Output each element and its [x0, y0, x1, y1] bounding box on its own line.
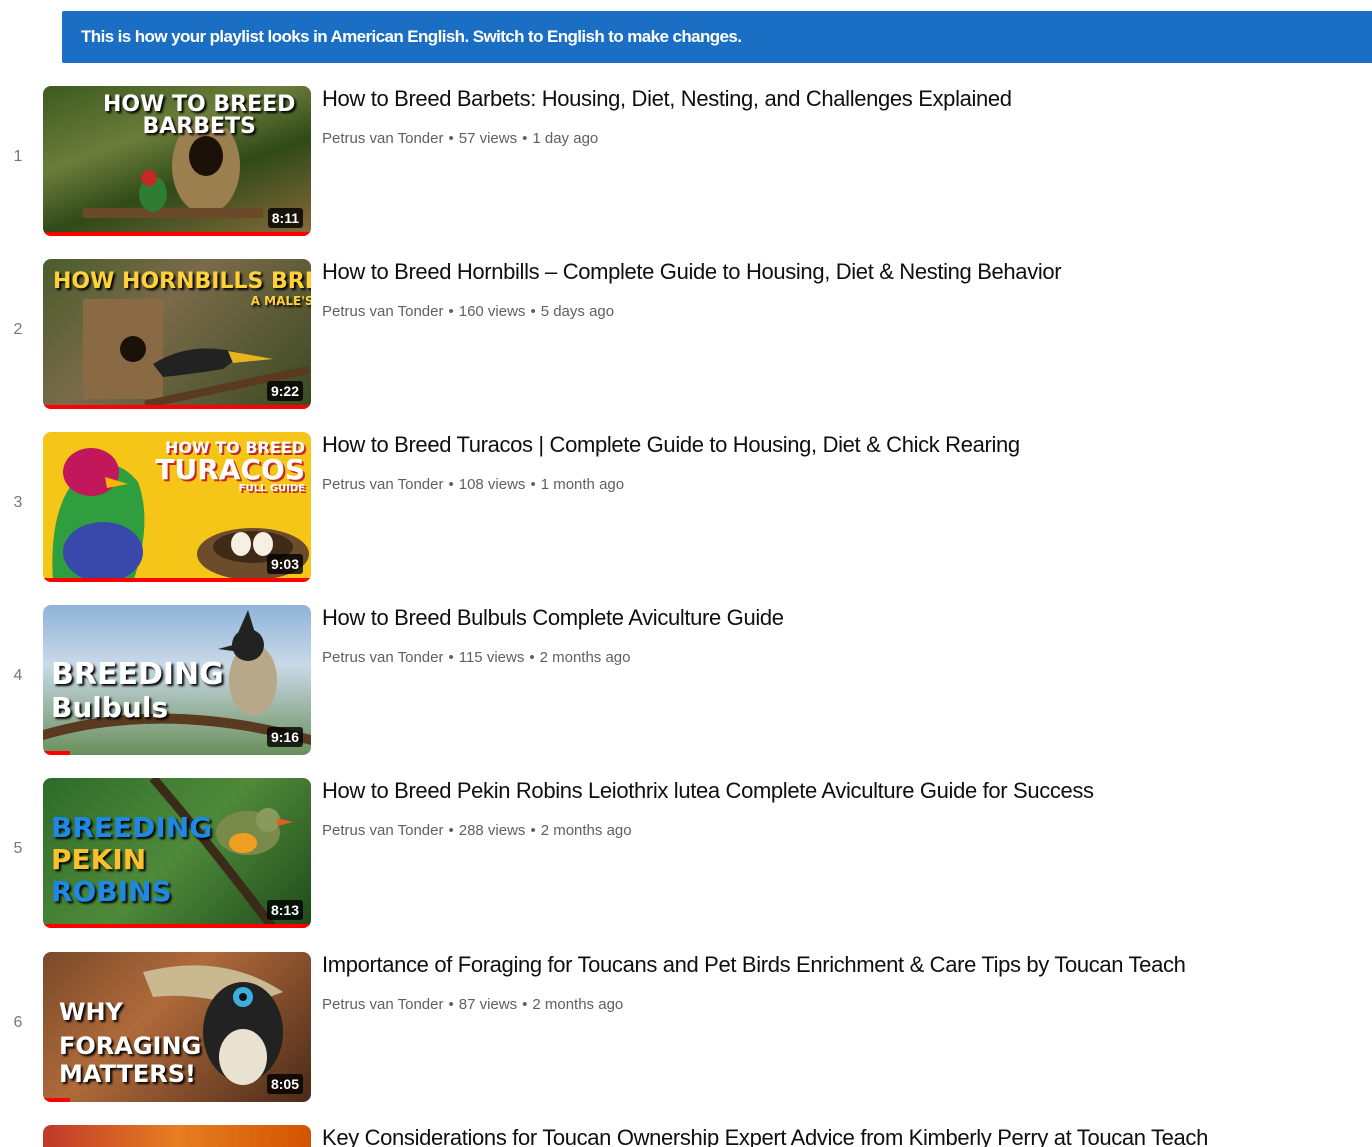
- upload-age: 5 days ago: [540, 303, 615, 320]
- video-duration: 9:16: [266, 727, 303, 747]
- watch-progress-bar: [43, 578, 311, 582]
- view-count: 160 views: [458, 303, 526, 320]
- thumbnail-caption: HOW HORNBILLS BREED A MALE'S ROLE: [53, 269, 311, 308]
- watch-progress-bar: [43, 751, 70, 755]
- playlist-index: 4: [13, 667, 23, 684]
- video-meta: Petrus van Tonder • 115 views • 2 months ago: [322, 649, 631, 666]
- watch-progress-bar: [43, 232, 311, 236]
- playlist-index: 5: [13, 840, 23, 857]
- upload-age: 2 months ago: [532, 996, 624, 1013]
- video-title[interactable]: Importance of Foraging for Toucans and P…: [322, 952, 1186, 978]
- video-duration: 8:11: [267, 208, 303, 228]
- playlist-index: 6: [13, 1014, 23, 1031]
- video-title[interactable]: How to Breed Turacos | Complete Guide to…: [322, 432, 1020, 458]
- thumbnail-caption: WHY FORAGING MATTERS!: [59, 998, 202, 1088]
- playlist-item[interactable]: 5 BREEDING PEKIN ROBINS 8:13 How to Bree…: [0, 778, 1372, 928]
- thumbnail-caption: BREEDING PEKIN ROBINS: [51, 811, 213, 908]
- upload-age: 1 day ago: [532, 130, 599, 147]
- playlist-index: 1: [13, 148, 23, 165]
- video-thumbnail[interactable]: WHY FORAGING MATTERS! 8:05: [43, 952, 311, 1102]
- video-title[interactable]: Key Considerations for Toucan Ownership …: [322, 1125, 1208, 1147]
- channel-name[interactable]: Petrus van Tonder: [322, 476, 443, 493]
- video-title[interactable]: How to Breed Pekin Robins Leiothrix lute…: [322, 778, 1094, 804]
- upload-age: 1 month ago: [540, 476, 625, 493]
- channel-name[interactable]: Petrus van Tonder: [322, 822, 443, 839]
- video-thumbnail[interactable]: HOW HORNBILLS BREED A MALE'S ROLE 9:22: [43, 259, 311, 409]
- playlist-item[interactable]: Key Considerations for Toucan Ownership …: [0, 1125, 1372, 1147]
- video-thumbnail[interactable]: HOW TO BREED BARBETS 8:11: [43, 86, 311, 236]
- thumbnail-caption: HOW TO BREED TURACOS FULL GUIDE: [155, 438, 305, 494]
- video-duration: 9:22: [266, 381, 303, 401]
- channel-name[interactable]: Petrus van Tonder: [322, 130, 443, 147]
- view-count: 288 views: [458, 822, 526, 839]
- view-count: 57 views: [458, 130, 518, 147]
- video-meta: Petrus van Tonder • 160 views • 5 days ago: [322, 303, 615, 320]
- video-meta: Petrus van Tonder • 288 views • 2 months ago: [322, 822, 632, 839]
- video-thumbnail[interactable]: BREEDING PEKIN ROBINS 8:13: [43, 778, 311, 928]
- video-title[interactable]: How to Breed Hornbills – Complete Guide …: [322, 259, 1062, 285]
- video-thumbnail[interactable]: [43, 1125, 311, 1147]
- view-count: 87 views: [458, 996, 518, 1013]
- channel-name[interactable]: Petrus van Tonder: [322, 649, 443, 666]
- video-thumbnail[interactable]: BREEDING Bulbuls 9:16: [43, 605, 311, 755]
- channel-name[interactable]: Petrus van Tonder: [322, 996, 443, 1013]
- playlist-item[interactable]: 1 HOW TO BREED BARBETS 8:11 How to Breed…: [0, 86, 1372, 236]
- view-count: 115 views: [458, 649, 525, 666]
- video-title[interactable]: How to Breed Barbets: Housing, Diet, Nes…: [322, 86, 1012, 112]
- upload-age: 2 months ago: [540, 822, 632, 839]
- video-meta: Petrus van Tonder • 87 views • 2 months ago: [322, 996, 624, 1013]
- video-meta: Petrus van Tonder • 108 views • 1 month ago: [322, 476, 625, 493]
- language-notice-banner: This is how your playlist looks in Ameri…: [62, 11, 1372, 63]
- playlist-index: 2: [13, 321, 23, 338]
- video-meta: Petrus van Tonder • 57 views • 1 day ago: [322, 130, 599, 147]
- thumbnail-caption: HOW TO BREED BARBETS: [103, 92, 296, 139]
- watch-progress-bar: [43, 1098, 70, 1102]
- playlist-item[interactable]: 6 WHY FORAGING MATTERS! 8:05 Importance …: [0, 952, 1372, 1102]
- playlist-index: 3: [13, 494, 23, 511]
- playlist-item[interactable]: 4 BREEDING Bulbuls 9:16 How to Breed Bul…: [0, 605, 1372, 755]
- upload-age: 2 months ago: [539, 649, 631, 666]
- video-duration: 9:03: [266, 554, 303, 574]
- video-duration: 8:13: [266, 900, 303, 920]
- video-title[interactable]: How to Breed Bulbuls Complete Aviculture…: [322, 605, 784, 631]
- thumbnail-caption: BREEDING Bulbuls: [51, 657, 224, 724]
- watch-progress-bar: [43, 405, 311, 409]
- view-count: 108 views: [458, 476, 526, 493]
- channel-name[interactable]: Petrus van Tonder: [322, 303, 443, 320]
- playlist-item[interactable]: 2 HOW HORNBILLS BREED A MALE'S ROLE 9:22…: [0, 259, 1372, 409]
- playlist-item[interactable]: 3 HOW TO BREED TURACOS FULL GUIDE 9:03 H…: [0, 432, 1372, 582]
- video-duration: 8:05: [266, 1074, 303, 1094]
- video-thumbnail[interactable]: HOW TO BREED TURACOS FULL GUIDE 9:03: [43, 432, 311, 582]
- watch-progress-bar: [43, 924, 311, 928]
